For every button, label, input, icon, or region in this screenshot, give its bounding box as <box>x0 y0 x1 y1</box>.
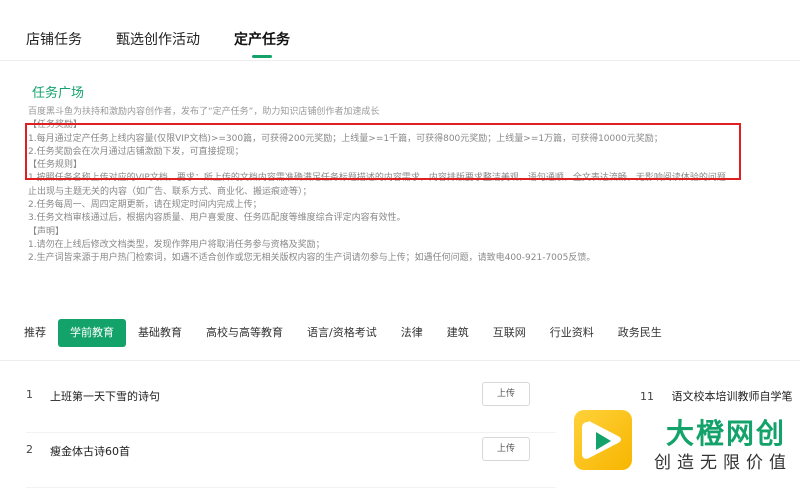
rules-line: 2.生产词皆来源于用户热门检索词，如遇不适合创作或您无相关版权内容的生产词请勿参… <box>28 253 596 264</box>
category-tab[interactable]: 建筑 <box>435 319 481 347</box>
category-tab[interactable]: 高校与高等教育 <box>194 319 295 347</box>
tab-shop-tasks[interactable]: 店铺任务 <box>26 0 82 58</box>
brand-name: 大橙网创 <box>666 417 787 450</box>
rules-line: 1.请勿在上线后修改文档类型，发现作弊用户将取消任务参与资格及奖励； <box>28 239 325 250</box>
category-tab[interactable]: 基础教育 <box>126 319 194 347</box>
rules-line: 【声明】 <box>28 226 65 237</box>
tabs-divider <box>0 60 800 61</box>
task-index: 1 <box>26 388 33 401</box>
upload-button[interactable]: 上传 <box>482 382 530 406</box>
reward-highlight-box <box>25 123 741 180</box>
task-name: 瘦金体古诗60首 <box>50 445 130 458</box>
upload-button[interactable]: 上传 <box>482 437 530 461</box>
play-logo-icon <box>574 410 632 470</box>
task-index: 11 <box>640 390 654 403</box>
rules-line: 止出现与主题无关的内容（如广告、联系方式、商业化、搬运痕迹等）； <box>28 186 312 197</box>
task-name: 语文校本培训教师自学笔 <box>671 390 793 403</box>
category-tab[interactable]: 法律 <box>389 319 435 347</box>
rules-line: 2.任务每周一、周四定期更新，请在规定时间内完成上传； <box>28 200 262 211</box>
rules-line: 3.任务文档审核通过后，根据内容质量、用户喜爱度、任务匹配度等维度综合评定内容有… <box>28 213 406 224</box>
category-tab[interactable]: 行业资料 <box>538 319 606 347</box>
category-tab[interactable]: 推荐 <box>24 319 58 347</box>
tab-selected-activities[interactable]: 甄选创作活动 <box>116 0 200 58</box>
top-tabs: 店铺任务 甄选创作活动 定产任务 <box>26 0 324 58</box>
category-tab[interactable]: 学前教育 <box>58 319 126 347</box>
category-tab[interactable]: 语言/资格考试 <box>295 319 389 347</box>
rules-line: 百度黑斗鱼为扶持和激励内容创作者，发布了“定产任务”，助力知识店铺创作者加速成长 <box>28 107 380 117</box>
category-tabs: 推荐 学前教育 基础教育 高校与高等教育 语言/资格考试 法律 建筑 互联网 行… <box>0 318 674 348</box>
task-row: 2 瘦金体古诗60首 上传 <box>26 433 556 488</box>
task-plaza-title: 任务广场 <box>32 86 85 101</box>
task-row-right: 11 语文校本培训教师自学笔 <box>640 388 793 404</box>
category-tab[interactable]: 政务民生 <box>606 319 674 347</box>
category-divider <box>0 360 800 361</box>
category-tab[interactable]: 互联网 <box>481 319 538 347</box>
task-list: 1 上班第一天下雪的诗句 上传 2 瘦金体古诗60首 上传 <box>26 378 556 488</box>
watermark-brand: 大橙网创 创造无限价值 <box>558 404 800 476</box>
task-name: 上班第一天下雪的诗句 <box>50 390 160 403</box>
task-row: 1 上班第一天下雪的诗句 上传 <box>26 378 556 433</box>
tab-fixed-production-tasks[interactable]: 定产任务 <box>234 0 290 58</box>
brand-slogan: 创造无限价值 <box>654 453 792 473</box>
task-index: 2 <box>26 443 33 456</box>
